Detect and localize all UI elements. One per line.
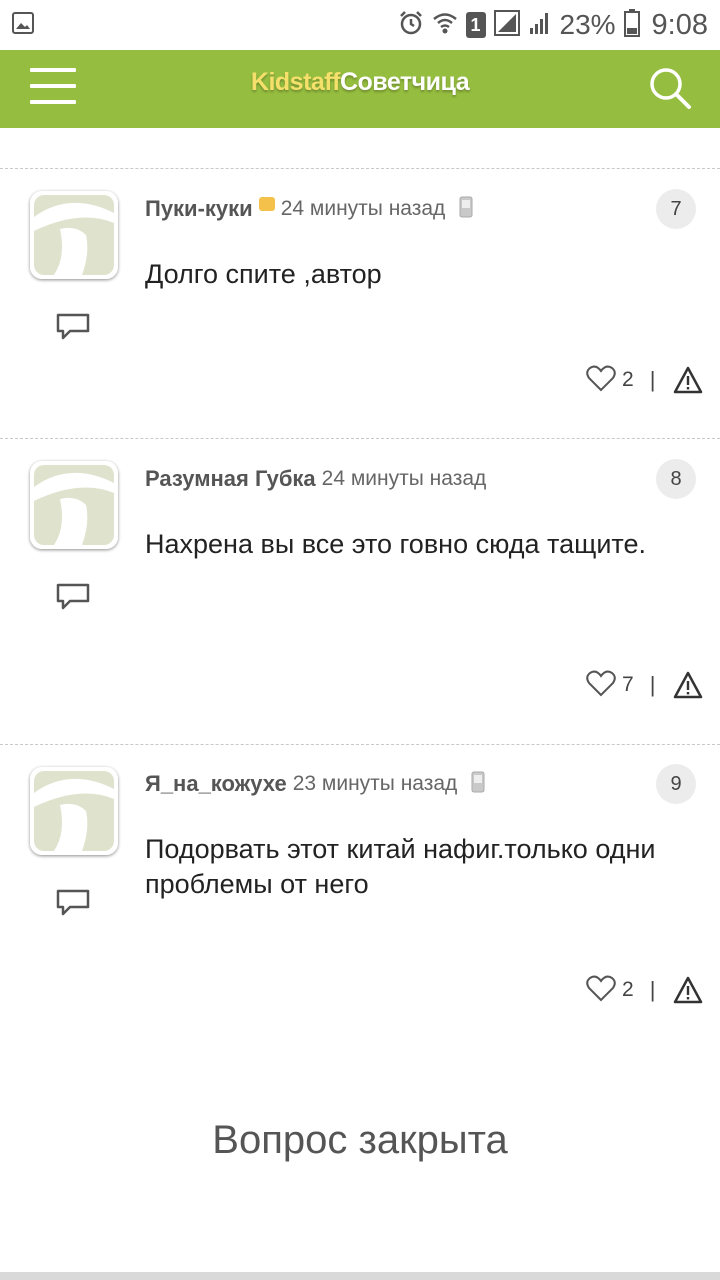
like-count: 7 (622, 673, 634, 696)
like-count: 2 (622, 368, 634, 391)
status-dot-icon (258, 197, 275, 211)
heart-icon (586, 974, 616, 1007)
action-separator: | (649, 367, 656, 392)
comment-text: Нахрена вы все это говно сюда тащите. (145, 529, 646, 559)
comment-actions: 7 | (586, 669, 703, 701)
search-icon[interactable] (648, 66, 692, 110)
bottom-edge (0, 1272, 720, 1280)
reply-icon[interactable] (54, 311, 92, 343)
like-button[interactable]: 7 (586, 669, 634, 702)
like-count: 2 (622, 978, 634, 1001)
gallery-icon (12, 12, 34, 39)
author-name[interactable]: Я_на_кожухе (145, 771, 287, 797)
battery-percent: 23% (559, 9, 616, 40)
wifi-icon (432, 10, 458, 41)
sim-icon: 1 (465, 12, 486, 38)
mobile-phone-icon (459, 196, 473, 223)
avatar[interactable] (30, 767, 118, 855)
reply-icon[interactable] (54, 887, 92, 919)
app-logo[interactable]: KidstaffСоветчица (0, 68, 720, 97)
avatar[interactable] (30, 191, 118, 279)
question-closed-notice: Вопрос закрыта (212, 1118, 508, 1162)
author-name[interactable]: Разумная Губка (145, 466, 316, 492)
comment-number-badge: 8 (656, 459, 696, 499)
like-button[interactable]: 2 (586, 364, 634, 397)
comment-text: Подорвать этот китай нафиг.только одни п… (145, 834, 656, 899)
mobile-phone-icon (471, 771, 485, 798)
comment-actions: 2 | (586, 364, 703, 396)
comment-meta: Я_на_кожухе 23 минуты назад (145, 769, 485, 799)
report-icon[interactable] (673, 671, 703, 699)
comment-meta: Разумная Губка 24 минуты назад (145, 464, 486, 494)
report-icon[interactable] (673, 366, 703, 394)
avatar[interactable] (30, 461, 118, 549)
signal-icon-2 (528, 10, 552, 41)
battery-icon (623, 8, 640, 42)
alarm-icon (398, 10, 424, 41)
heart-icon (586, 669, 616, 702)
report-icon[interactable] (673, 976, 703, 1004)
comment-number-badge: 7 (656, 189, 696, 229)
like-button[interactable]: 2 (586, 974, 634, 1007)
reply-icon[interactable] (54, 581, 92, 613)
comment-item: Я_на_кожухе 23 минуты назад 9 Подорвать … (0, 745, 720, 1045)
comment-time: 23 минуты назад (292, 772, 458, 795)
author-name[interactable]: Пуки-куки (145, 196, 253, 222)
comment-item: Разумная Губка 24 минуты назад 8 Нахрена… (0, 439, 720, 744)
status-bar: 1 23% 9:08 (0, 0, 720, 50)
signal-icon (493, 9, 520, 41)
comment-number-badge: 9 (656, 764, 696, 804)
comment-meta: Пуки-куки 24 минуты назад (145, 194, 473, 224)
comment-time: 24 минуты назад (280, 197, 446, 220)
action-separator: | (649, 977, 656, 1002)
comment-actions: 2 | (586, 974, 703, 1006)
comment-time: 24 минуты назад (321, 467, 487, 490)
action-separator: | (649, 672, 656, 697)
clock: 9:08 (651, 8, 708, 41)
comment-item: Пуки-куки 24 минуты назад 7 Долго спите … (0, 169, 720, 437)
app-bar: KidstaffСоветчица (0, 50, 720, 128)
comment-text: Долго спите ,автор (145, 259, 382, 289)
brand-part2: Советчица (339, 68, 470, 96)
heart-icon (586, 364, 616, 397)
brand-part1: Kidstaff (250, 68, 341, 96)
